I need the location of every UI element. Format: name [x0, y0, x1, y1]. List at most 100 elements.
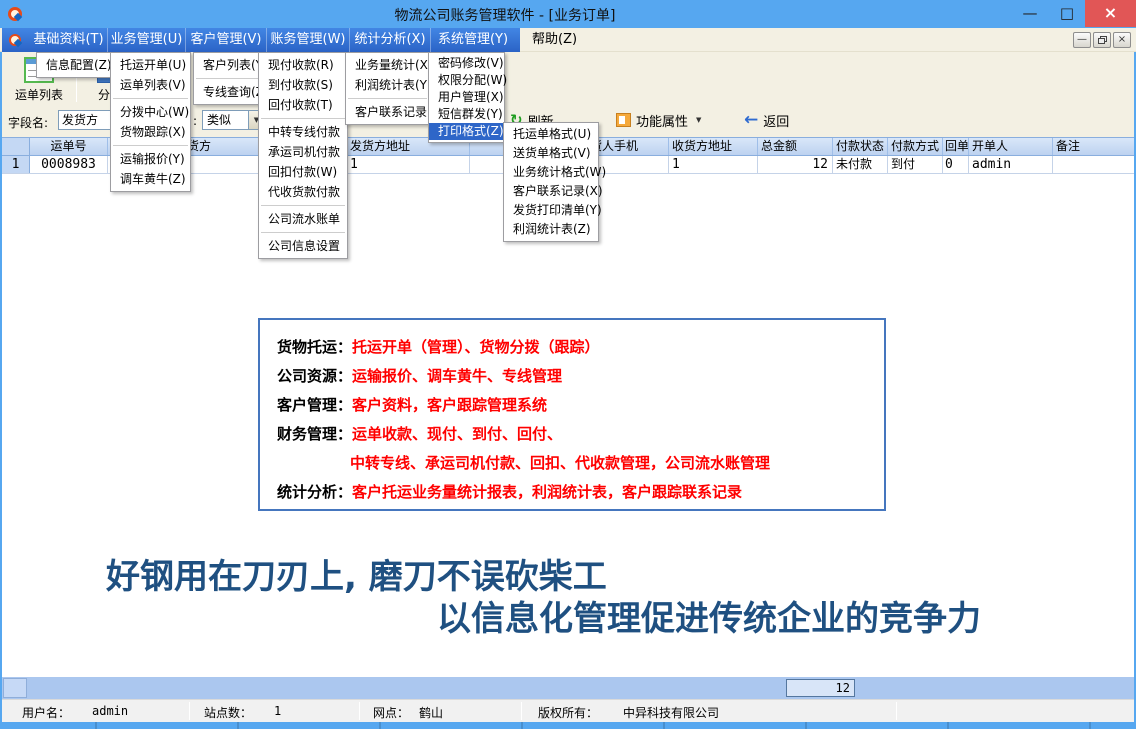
user-label: 用户名：: [22, 704, 70, 721]
cell-payment-status[interactable]: 未付款: [833, 156, 888, 173]
header-receiver-address[interactable]: 收货方地址: [669, 138, 758, 155]
menu-item-user-management[interactable]: 用户管理(X): [429, 89, 504, 106]
maximize-button[interactable]: □: [1050, 0, 1084, 27]
status-separator: [359, 702, 360, 720]
branch-label: 网点：: [373, 704, 409, 721]
cell-payment-method[interactable]: 到付: [888, 156, 943, 173]
mdi-close-button[interactable]: ×: [1113, 32, 1131, 48]
minimize-button[interactable]: —: [1012, 0, 1048, 27]
info-text: 客户托运业务量统计报表，利润统计表，客户跟踪联系记录: [352, 483, 742, 501]
menu-business[interactable]: 业务管理(U): [108, 28, 186, 52]
mdi-restore-button[interactable]: [1093, 32, 1111, 48]
sites-value: 1: [274, 704, 281, 718]
menu-item-truck-broker[interactable]: 调车黄牛(Z): [111, 169, 190, 189]
close-button[interactable]: ×: [1085, 0, 1136, 27]
menu-panel-stats: 业务量统计(X) 利润统计表(Y) 客户联系记录: [345, 52, 430, 125]
menu-item-cargo-tracking[interactable]: 货物跟踪(X): [111, 122, 190, 142]
menu-item-shipping-print-list[interactable]: 发货打印清单(Y): [504, 201, 598, 220]
menu-item-permission-assign[interactable]: 权限分配(W): [429, 72, 504, 89]
menu-item-dispatch-center[interactable]: 分拨中心(W): [111, 102, 190, 122]
menu-item-cod-receipt[interactable]: 到付收款(S): [259, 75, 347, 95]
cell-waybill-no[interactable]: 0008983: [30, 156, 108, 173]
menu-item-consign-billing[interactable]: 托运开单(U): [111, 55, 190, 75]
filter-colon: :: [193, 114, 197, 128]
submenu-panel-print-format: 托运单格式(U) 送货单格式(V) 业务统计格式(W) 客户联系记录(X) 发货…: [503, 122, 599, 242]
mdi-minimize-button[interactable]: —: [1073, 32, 1091, 48]
header-waybill-no[interactable]: 运单号: [30, 138, 108, 155]
menu-item-customer-contact-format[interactable]: 客户联系记录(X): [504, 182, 598, 201]
cell-row-number[interactable]: 1: [2, 156, 30, 173]
menu-finance[interactable]: 账务管理(W): [267, 28, 350, 52]
menu-item-sms-broadcast[interactable]: 短信群发(Y): [429, 106, 504, 123]
back-arrow-icon: ←: [744, 110, 758, 130]
properties-button[interactable]: 功能属性 ▼: [616, 108, 701, 132]
header-payment-method[interactable]: 付款方式: [888, 138, 943, 155]
menu-item-transport-quote[interactable]: 运输报价(Y): [111, 149, 190, 169]
cell-receiver-address[interactable]: 1: [669, 156, 758, 173]
menu-bar: 基础资料(T) 业务管理(U) 客户管理(V) 账务管理(W) 统计分析(X) …: [0, 28, 1136, 52]
summary-bar: 12: [2, 677, 1134, 699]
menu-logo-icon: [2, 31, 30, 50]
menu-item-company-ledger[interactable]: 公司流水账单: [259, 209, 347, 229]
summary-left-box: [3, 678, 27, 698]
header-total-amount[interactable]: 总金额: [758, 138, 833, 155]
window-border-left: [0, 28, 2, 729]
app-window: 物流公司账务管理软件 - [业务订单] — □ × 基础资料(T) 业务管理(U…: [0, 0, 1136, 729]
copyright-label: 版权所有：: [538, 704, 598, 721]
field-name-label: 字段名:: [8, 114, 48, 131]
status-separator: [189, 702, 190, 720]
match-mode-select[interactable]: 类似 ▼: [202, 110, 265, 130]
menu-item-change-password[interactable]: 密码修改(V): [429, 55, 504, 72]
info-label: 货物托运：: [277, 338, 352, 356]
menu-item-company-info[interactable]: 公司信息设置: [259, 236, 347, 256]
menu-item-collection-payment[interactable]: 代收货款付款: [259, 182, 347, 202]
header-remark[interactable]: 备注: [1053, 138, 1133, 155]
menu-item-print-format[interactable]: 打印格式(Z) ▶: [429, 123, 504, 140]
info-text: 客户资料，客户跟踪管理系统: [352, 396, 547, 414]
menu-item-delivery-format[interactable]: 送货单格式(V): [504, 144, 598, 163]
menu-panel-business: 托运开单(U) 运单列表(V) 分拨中心(W) 货物跟踪(X) 运输报价(Y) …: [110, 52, 191, 192]
field-name-input[interactable]: 发货方: [58, 110, 111, 130]
menu-help[interactable]: 帮助(Z): [524, 28, 585, 52]
info-text: 运输报价、调车黄牛、专线管理: [352, 367, 562, 385]
menu-customer[interactable]: 客户管理(V): [186, 28, 267, 52]
menu-item-profit-stats[interactable]: 利润统计表(Y): [346, 75, 429, 95]
back-button[interactable]: ← 返回: [744, 108, 789, 132]
feature-summary-box: 货物托运：托运开单（管理）、货物分拨（跟踪） 公司资源：运输报价、调车黄牛、专线…: [258, 318, 886, 511]
info-label: 财务管理：: [277, 425, 352, 443]
menu-item-rebate-payment[interactable]: 回扣付款(W): [259, 162, 347, 182]
chevron-down-icon: ▼: [696, 116, 701, 124]
info-text: 中转专线、承运司机付款、回扣、代收款管理，公司流水账管理: [350, 454, 770, 472]
info-text: 运单收款、现付、到付、回付、: [352, 425, 562, 443]
menu-item-carrier-driver-payment[interactable]: 承运司机付款: [259, 142, 347, 162]
properties-icon: [616, 113, 631, 127]
menu-panel-system: 密码修改(V) 权限分配(W) 用户管理(X) 短信群发(Y) 打印格式(Z) …: [428, 52, 505, 143]
menu-item-return-receipt[interactable]: 回付收款(T): [259, 95, 347, 115]
menu-item-customer-list[interactable]: 客户列表(Y): [194, 55, 264, 75]
header-receipt[interactable]: 回单: [943, 138, 969, 155]
menu-item-volume-stats[interactable]: 业务量统计(X): [346, 55, 429, 75]
menu-item-info-config[interactable]: 信息配置(Z): [37, 55, 111, 75]
status-separator: [521, 702, 522, 720]
cell-remark[interactable]: [1053, 156, 1133, 173]
menu-item-customer-contact-log[interactable]: 客户联系记录: [346, 102, 429, 122]
menu-stats[interactable]: 统计分析(X): [350, 28, 431, 52]
menu-item-waybill-list[interactable]: 运单列表(V): [111, 75, 190, 95]
header-creator[interactable]: 开单人: [969, 138, 1053, 155]
status-bar: 用户名： admin 站点数： 1 网点： 鹤山 版权所有： 中异科技有限公司: [2, 699, 1134, 722]
menu-system[interactable]: 系统管理(Y): [431, 28, 515, 52]
menu-item-business-stats-format[interactable]: 业务统计格式(W): [504, 163, 598, 182]
header-payment-status[interactable]: 付款状态: [833, 138, 888, 155]
menu-base-info[interactable]: 基础资料(T): [30, 28, 108, 52]
sites-label: 站点数：: [204, 704, 252, 721]
menu-item-transfer-line-payment[interactable]: 中转专线付款: [259, 122, 347, 142]
menu-item-consign-format[interactable]: 托运单格式(U): [504, 125, 598, 144]
menu-item-cash-receipt[interactable]: 现付收款(R): [259, 55, 347, 75]
cell-shipper-address[interactable]: 1: [347, 156, 470, 173]
menu-item-profit-stats-format[interactable]: 利润统计表(Z): [504, 220, 598, 239]
cell-receipt[interactable]: 0: [943, 156, 969, 173]
menu-item-line-query[interactable]: 专线查询(Z): [194, 82, 264, 102]
cell-total-amount[interactable]: 12: [758, 156, 833, 173]
cell-creator[interactable]: admin: [969, 156, 1053, 173]
menu-panel-finance: 现付收款(R) 到付收款(S) 回付收款(T) 中转专线付款 承运司机付款 回扣…: [258, 52, 348, 259]
